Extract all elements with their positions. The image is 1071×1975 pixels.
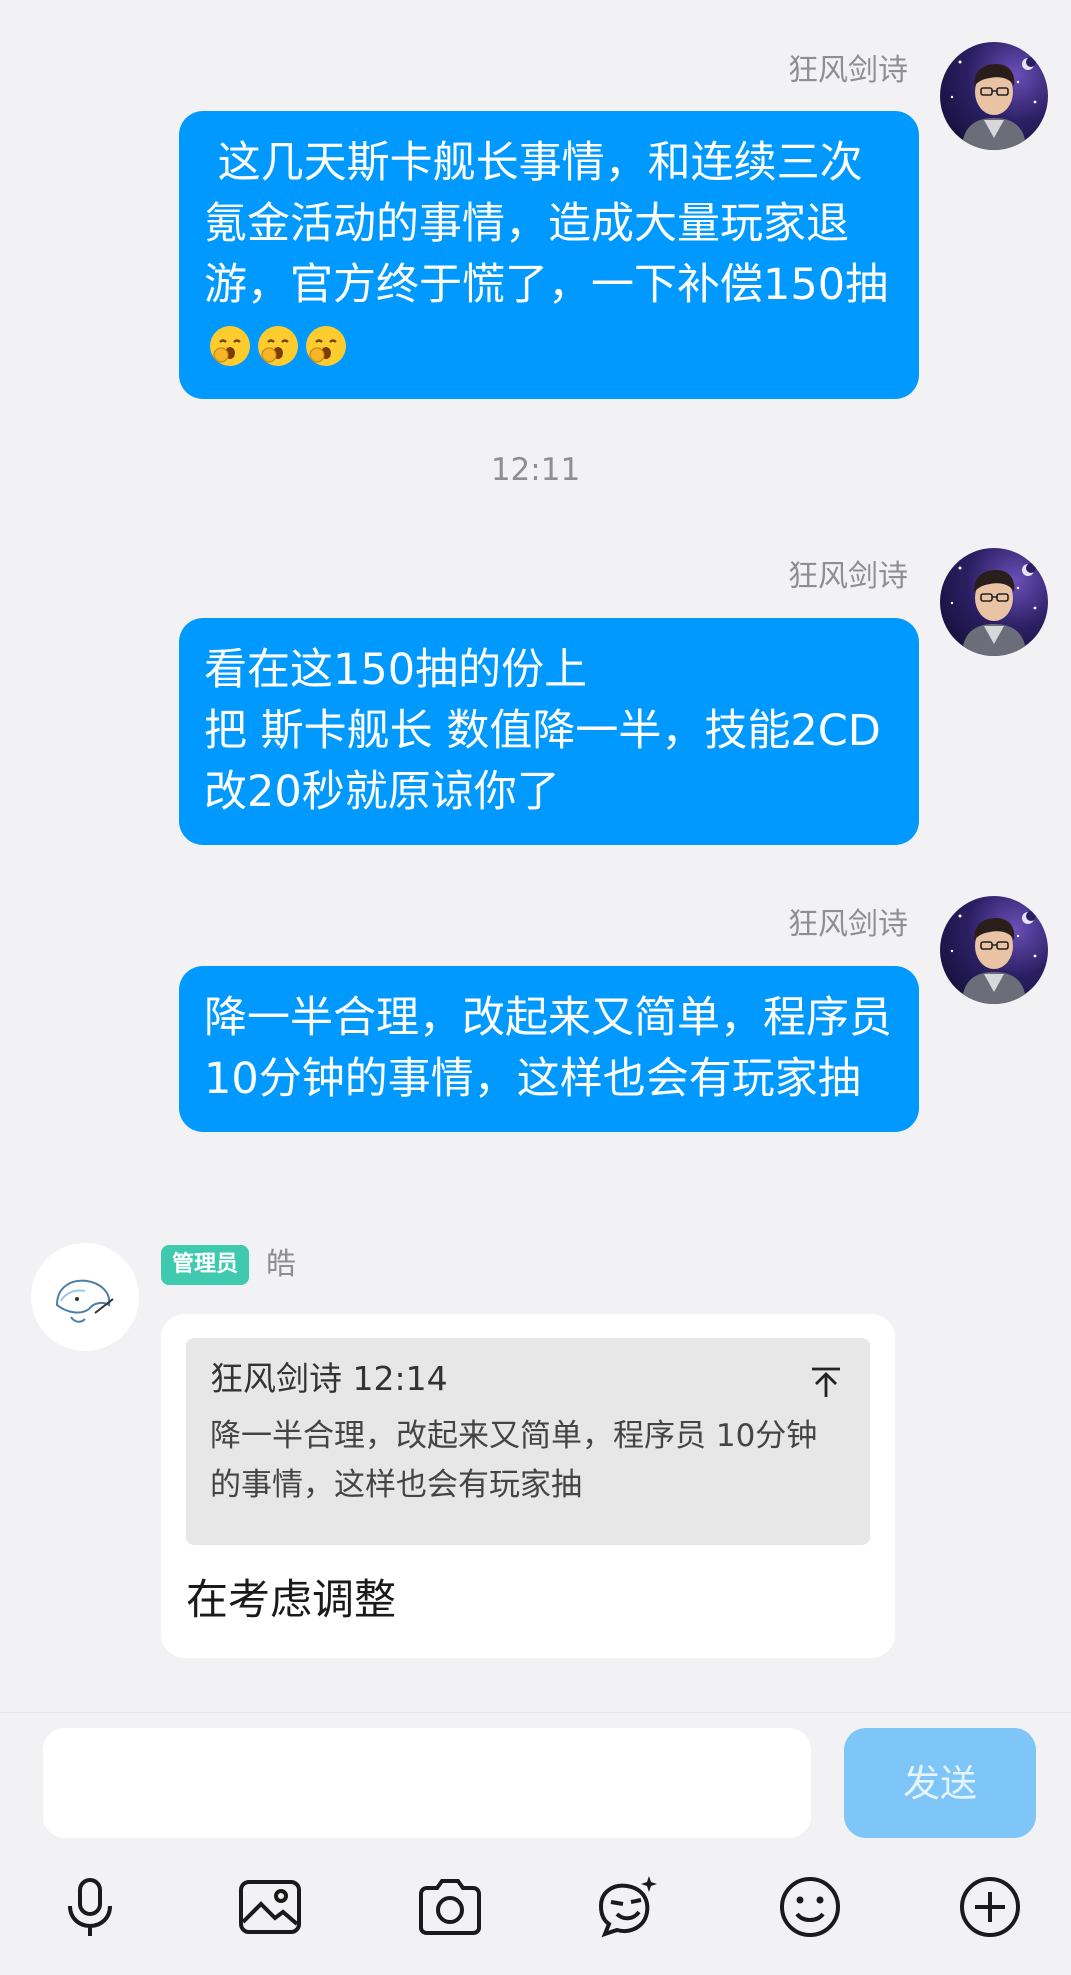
sender-name: 狂风剑诗 (788, 53, 908, 88)
yawn-emoji-icon (304, 324, 348, 368)
message-text: 看在这150抽的份上 把 斯卡舰长 数值降一半，技能2CD改20秒就原谅你了 (204, 645, 881, 817)
quote-text: 降一半合理，改起来又简单，程序员 10分钟的事情，这样也会有玩家抽 (210, 1418, 818, 1503)
send-button[interactable]: 发送 (844, 1728, 1036, 1838)
message-text: 降一半合理，改起来又简单，程序员 10分钟的事情，这样也会有玩家抽 (204, 993, 906, 1104)
admin-avatar[interactable] (31, 1243, 139, 1351)
message-text: 这几天斯卡舰长事情，和连续三次氪金活动的事情，造成大量玩家退游，官方终于慌了，一… (204, 138, 889, 310)
jump-to-top-icon[interactable] (808, 1364, 844, 1400)
message-bubble[interactable]: 这几天斯卡舰长事情，和连续三次氪金活动的事情，造成大量玩家退游，官方终于慌了，一… (179, 111, 919, 399)
admin-role-badge: 管理员 (161, 1245, 250, 1285)
camera-icon[interactable] (412, 1869, 488, 1945)
input-bar: 发送 (0, 1712, 1071, 1975)
quoted-message[interactable]: 狂风剑诗 12:14 降一半合理，改起来又简单，程序员 10分钟的事情，这样也会… (186, 1338, 870, 1545)
admin-name: 皓 (266, 1247, 296, 1282)
plus-icon[interactable] (952, 1869, 1028, 1945)
message-bubble[interactable]: 降一半合理，改起来又简单，程序员 10分钟的事情，这样也会有玩家抽 (179, 966, 919, 1132)
message-input[interactable] (43, 1728, 811, 1838)
sender-name: 狂风剑诗 (788, 559, 908, 594)
message-bubble[interactable]: 看在这150抽的份上 把 斯卡舰长 数值降一半，技能2CD改20秒就原谅你了 (179, 618, 919, 845)
sender-name: 狂风剑诗 (788, 907, 908, 942)
sender-avatar[interactable] (940, 548, 1048, 656)
sender-avatar[interactable] (940, 896, 1048, 1004)
yawn-emoji-icon (208, 324, 252, 368)
sticker-icon[interactable] (590, 1869, 666, 1945)
sender-avatar[interactable] (940, 42, 1048, 150)
message-timestamp: 12:11 (490, 452, 581, 488)
chat-history[interactable]: 狂风剑诗 这几天斯卡舰长事情，和连续三次氪金活动的事情，造成大量玩家退游，官方终… (0, 0, 1071, 1712)
microphone-icon[interactable] (52, 1869, 128, 1945)
reply-text: 在考虑调整 (186, 1575, 397, 1624)
emoji-icon[interactable] (772, 1869, 848, 1945)
reply-bubble[interactable]: 狂风剑诗 12:14 降一半合理，改起来又简单，程序员 10分钟的事情，这样也会… (161, 1314, 895, 1658)
yawn-emoji-icon (256, 324, 300, 368)
image-icon[interactable] (232, 1869, 308, 1945)
quote-header: 狂风剑诗 12:14 (210, 1359, 448, 1398)
